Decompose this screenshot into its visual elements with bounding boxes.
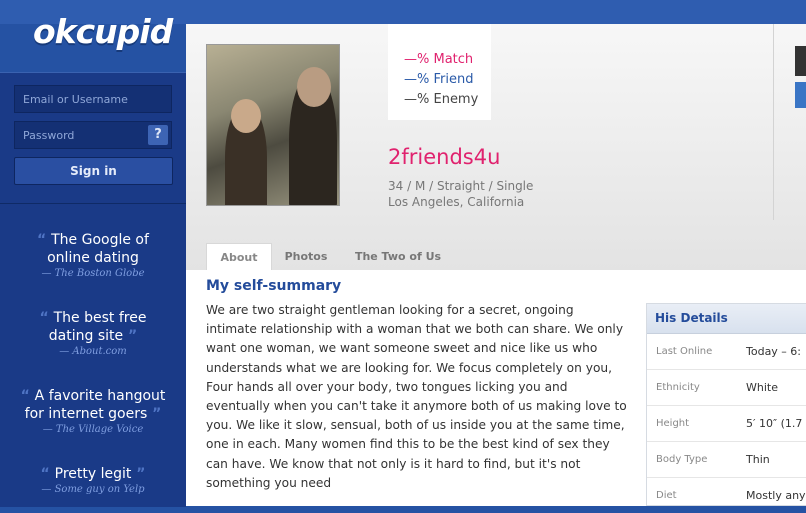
password-help-button[interactable]: ? — [148, 125, 168, 145]
sidebar: ? Sign in “ The Google of online dating … — [0, 72, 186, 507]
details-value: Mostly any — [746, 489, 806, 502]
details-label: Body Type — [656, 454, 708, 465]
sidebar-divider — [0, 203, 186, 204]
tab-about[interactable]: About — [206, 243, 272, 271]
quote-1: “ The Google of online dating — The Bost… — [0, 231, 186, 279]
friend-percent: —% Friend — [404, 72, 474, 87]
tab-photos[interactable]: Photos — [282, 243, 330, 271]
photo-face-left — [231, 99, 261, 133]
quote-4-source: — Some guy on Yelp — [41, 484, 145, 495]
open-quote-icon: “ — [37, 232, 52, 248]
profile-main: —% Match —% Friend —% Enemy 2friends4u 3… — [186, 24, 806, 506]
profile-header: —% Match —% Friend —% Enemy 2friends4u 3… — [186, 24, 806, 271]
header-divider — [773, 24, 774, 220]
open-quote-icon: “ — [20, 388, 35, 404]
details-label: Height — [656, 418, 690, 429]
details-label: Ethnicity — [656, 382, 700, 393]
details-row: Diet Mostly any — [647, 478, 806, 513]
details-value: Today – 6: — [746, 345, 802, 358]
details-value: White — [746, 381, 778, 394]
details-row: Last Online Today – 6: — [647, 334, 806, 370]
password-field[interactable]: ? — [14, 121, 172, 149]
username-field[interactable] — [14, 85, 172, 113]
quote-3-source: — The Village Voice — [42, 424, 144, 435]
sign-in-button[interactable]: Sign in — [14, 157, 173, 185]
close-quote-icon: ” — [131, 466, 146, 482]
close-quote-icon: ” — [147, 406, 162, 422]
details-row: Height 5′ 10″ (1.7 — [647, 406, 806, 442]
self-summary-text: We are two straight gentleman looking fo… — [206, 303, 627, 490]
details-row: Body Type Thin — [647, 442, 806, 478]
profile-location: Los Angeles, California — [388, 195, 525, 209]
profile-username: 2friends4u — [388, 145, 501, 169]
enemy-percent: —% Enemy — [404, 92, 479, 107]
his-details-heading: His Details — [647, 304, 806, 334]
quote-4: “ Pretty legit ” — Some guy on Yelp — [0, 465, 186, 495]
details-row: Ethnicity White — [647, 370, 806, 406]
quote-2: “ The best free dating site ” — About.co… — [0, 309, 186, 357]
quote-4-text: “ Pretty legit ” — [40, 466, 146, 482]
match-percent: —% Match — [404, 52, 474, 67]
quote-2-text: “ The best free dating site ” — [39, 310, 147, 344]
quote-3: “ A favorite hangout for internet goers … — [0, 387, 186, 435]
action-button-blue[interactable] — [795, 82, 806, 108]
match-percentages: —% Match —% Friend —% Enemy — [388, 24, 491, 120]
action-button-dark[interactable] — [795, 46, 806, 76]
quote-2-source: — About.com — [59, 346, 127, 357]
profile-content: My self-summary We are two straight gent… — [186, 270, 806, 506]
open-quote-icon: “ — [40, 466, 55, 482]
okcupid-logo[interactable]: okcupid — [33, 12, 173, 51]
his-details-panel: His Details Last Online Today – 6: Ethni… — [646, 303, 806, 506]
details-value: Thin — [746, 453, 770, 466]
details-label: Last Online — [656, 346, 713, 357]
details-value: 5′ 10″ (1.7 — [746, 417, 803, 430]
quote-1-text: “ The Google of online dating — [37, 232, 149, 266]
details-label: Diet — [656, 490, 677, 501]
self-summary-heading: My self-summary — [206, 278, 342, 294]
username-input[interactable] — [15, 86, 171, 112]
profile-photo[interactable] — [206, 44, 340, 206]
open-quote-icon: “ — [39, 310, 54, 326]
profile-basics: 34 / M / Straight / Single — [388, 179, 534, 193]
close-quote-icon: ” — [123, 328, 138, 344]
photo-face-right — [297, 67, 331, 107]
quote-3-text: “ A favorite hangout for internet goers … — [20, 388, 166, 422]
quote-1-source: — The Boston Globe — [41, 268, 145, 279]
tab-the-two-of-us[interactable]: The Two of Us — [352, 243, 444, 271]
